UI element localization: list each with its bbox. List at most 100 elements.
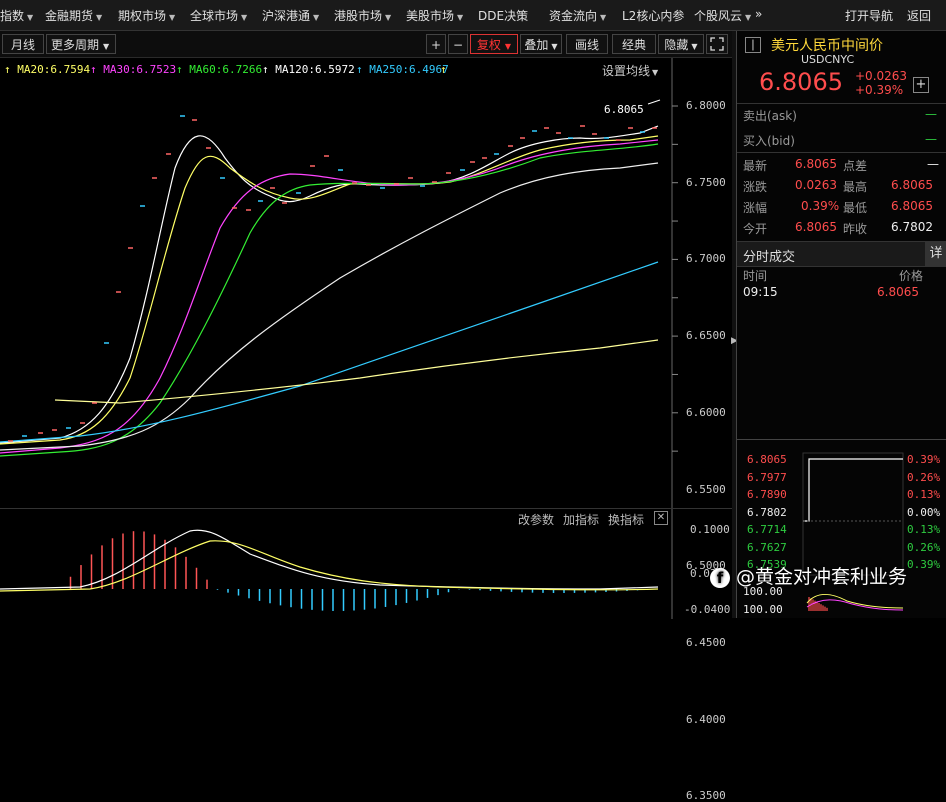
last-price-tag: 6.8065 (604, 103, 644, 116)
trades-col-price: 价格 (899, 269, 924, 283)
chevron-down-icon: ▼ (169, 13, 176, 22)
mini-price-axis: 6.7977 (747, 470, 787, 484)
stat-range-label: 涨幅 (743, 201, 768, 215)
more-menu-icon[interactable]: » (755, 7, 762, 21)
hide-dropdown[interactable]: 隐藏 ▼ (658, 34, 704, 54)
fullscreen-icon[interactable] (706, 34, 728, 54)
collapse-left-icon[interactable]: ❘ (745, 37, 761, 53)
zoom-in-button[interactable]: + (426, 34, 446, 54)
menu-item[interactable]: 资金流向 ▼ (549, 7, 606, 24)
price-axis-label: 6.4500 (686, 635, 726, 649)
stat-prev-close-label: 昨收 (843, 222, 868, 236)
zoom-out-button[interactable]: − (448, 34, 468, 54)
menu-item[interactable]: 个股风云 ▼ (694, 7, 751, 24)
chevron-down-icon: ▼ (691, 42, 698, 51)
price-axis-label: 6.3500 (686, 789, 726, 802)
price-axis-label: 6.6000 (686, 405, 726, 419)
trades-col-time: 时间 (743, 269, 768, 283)
menu-item[interactable]: L2核心内参 (622, 7, 684, 24)
price-axis-label: 6.7000 (686, 252, 726, 266)
menu-item[interactable]: DDE决策 (478, 7, 528, 24)
stat-open: 6.8065 (795, 220, 837, 234)
menu-item-label: L2核心内参 (622, 9, 685, 23)
mini-frame (802, 452, 904, 576)
mini-price-axis: 6.7714 (747, 523, 787, 536)
price-arrow-icon (647, 99, 661, 105)
price-axis-label: 6.7500 (686, 175, 726, 189)
menu-item[interactable]: 金融期货 ▼ (45, 7, 102, 24)
ma20-line (0, 135, 659, 445)
kline-chart[interactable]: ↑ MA20:6.7594 ↑ MA30:6.7523 ↑ MA60:6.7266 ↑… (0, 58, 732, 802)
top-menu-bar: 指数 ▼ 金融期货 ▼ 期权市场 ▼ 全球市场 ▼ 沪深港通 ▼ 港股市场 ▼ 美股市场 ▼ DDE决策 资金… (0, 0, 946, 31)
ma60-line (0, 143, 659, 457)
trades-detail-button[interactable]: 详 (925, 242, 946, 266)
quote-stats: 最新 6.8065 点差 — 涨跌 0.0263 最高 6.8065 涨幅 0.… (743, 157, 943, 241)
mini-price-axis: 6.7627 (747, 540, 787, 554)
stat-latest: 6.8065 (795, 157, 837, 171)
ask-value: — (925, 107, 937, 121)
overlay-dropdown[interactable]: 叠加 ▼ (520, 34, 562, 54)
add-watchlist-button[interactable]: + (913, 77, 929, 93)
price-change: +0.0263 (855, 69, 908, 83)
watermark-text: @黄金对冲套利业务 (736, 566, 908, 588)
quote-panel: ❘ 美元人民币中间价 USDCNYC 6.8065 +0.0263 +0.39%… (736, 31, 946, 618)
more-period-label: 更多周期 (51, 38, 100, 52)
stat-latest-label: 最新 (743, 159, 768, 173)
open-nav-button[interactable]: 打开导航 (845, 7, 893, 24)
trade-time: 09:15 (743, 285, 778, 299)
mini-pct-axis: 0.39% (907, 453, 941, 466)
quote-header: ❘ 美元人民币中间价 USDCNYC 6.8065 +0.0263 +0.39%… (737, 31, 946, 104)
stat-open-label: 今开 (743, 222, 768, 236)
mini-price-axis: 6.7890 (747, 488, 787, 501)
menu-item[interactable]: 沪深港通 ▼ (262, 7, 319, 24)
macd-chart[interactable]: 改参数 加指标 换指标 ✕ 0.1000 0.030 -0.0400 (0, 508, 732, 619)
watermark: f @黄金对冲套利业务 (710, 562, 907, 589)
fuquan-dropdown[interactable]: 复权 ▼ (470, 34, 518, 54)
menu-item-label: 个股风云 (694, 9, 743, 23)
price-axis-label: 6.4000 (686, 712, 726, 726)
chevron-down-icon: ▼ (96, 13, 103, 22)
stat-low-label: 最低 (843, 201, 868, 215)
stat-change: 0.0263 (795, 178, 837, 192)
chart-toolbar: 月线 更多周期 ▼ + − 复权 ▼ 叠加 ▼ 画线 经典 隐藏 ▼ (0, 31, 732, 58)
bid-label: 买入(bid) (743, 134, 795, 148)
chevron-down-icon: ▼ (457, 13, 464, 22)
menu-item[interactable]: 全球市场 ▼ (190, 7, 247, 24)
menu-item[interactable]: 美股市场 ▼ (406, 7, 463, 24)
chevron-down-icon: ▼ (313, 13, 320, 22)
classic-button[interactable]: 经典 (612, 34, 656, 54)
divider (737, 439, 946, 440)
trades-title: 分时成交 (743, 250, 796, 265)
back-button[interactable]: 返回 (907, 7, 931, 24)
menu-item[interactable]: 港股市场 ▼ (334, 7, 391, 24)
intraday-mini-chart[interactable]: 6.8065 6.7977 6.7890 6.7802 6.7714 6.7627 6.75… (737, 451, 946, 618)
chevron-down-icon: ▼ (745, 13, 752, 22)
mini-price-axis: 6.8065 (747, 453, 787, 466)
chevron-down-icon: ▼ (551, 42, 558, 51)
chevron-down-icon: ▼ (600, 13, 607, 22)
ma120-line (0, 162, 659, 451)
price-axis-label: 6.6500 (686, 329, 726, 343)
trades-header: 分时成交 详 (737, 241, 946, 267)
menu-item-label: 资金流向 (549, 9, 598, 23)
facebook-icon: f (710, 567, 730, 588)
menu-item[interactable]: 指数 ▼ (0, 7, 33, 24)
ma5-line (0, 125, 659, 444)
stat-change-label: 涨跌 (743, 180, 768, 194)
mini-vol-axis: 100.00 (743, 603, 783, 616)
chevron-down-icon: ▼ (27, 13, 34, 22)
menu-item[interactable]: 期权市场 ▼ (118, 7, 175, 24)
menu-item-label: 指数 (0, 9, 25, 23)
price-axis-label: 6.8000 (686, 99, 726, 112)
ma-extra-line (54, 339, 659, 404)
more-period-dropdown[interactable]: 更多周期 ▼ (46, 34, 116, 54)
period-button[interactable]: 月线 (2, 34, 44, 54)
divider (737, 152, 946, 153)
draw-line-button[interactable]: 画线 (566, 34, 608, 54)
mini-pct-axis: 0.26% (907, 470, 941, 484)
menu-item-label: DDE决策 (478, 9, 529, 23)
stat-low: 6.8065 (891, 199, 933, 213)
menu-item-label: 全球市场 (190, 9, 239, 23)
menu-item-label: 港股市场 (334, 9, 383, 23)
mini-pct-axis: 0.26% (907, 540, 941, 554)
